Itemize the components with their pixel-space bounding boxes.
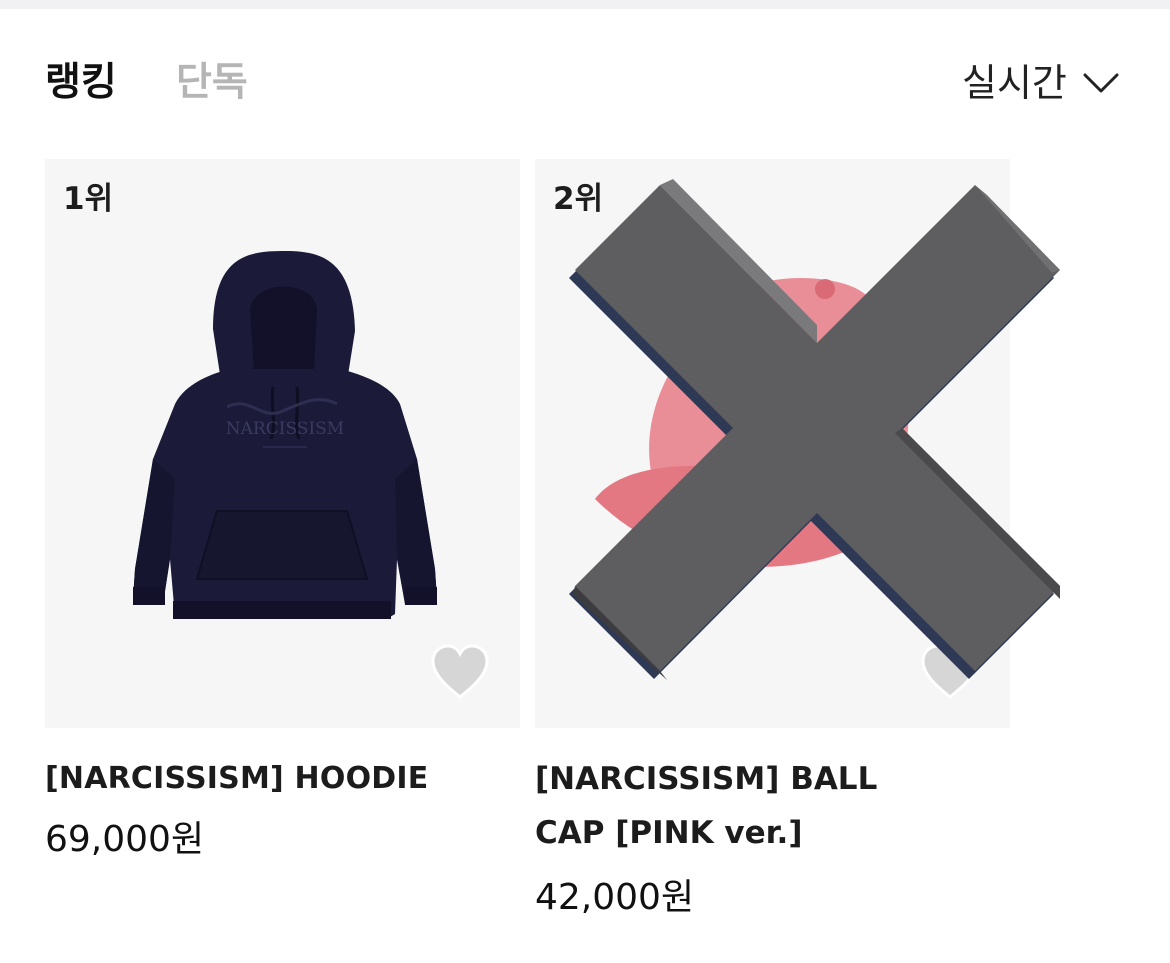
product-card[interactable]: NARCISSISM 1위 [NARCISSISM] HOODIE 69,000…: [45, 159, 520, 864]
sort-label: 실시간: [962, 61, 1067, 105]
chevron-down-icon: [1083, 73, 1119, 93]
product-thumbnail[interactable]: 2위: [535, 159, 1010, 728]
tab-ranking[interactable]: 랭킹: [45, 58, 117, 108]
product-name[interactable]: [NARCISSISM] HOODIE: [45, 752, 520, 806]
product-name[interactable]: [NARCISSISM] BALL CAP [PINK ver.]: [535, 752, 915, 860]
product-price: 42,000원: [535, 877, 695, 918]
svg-text:NARCISSISM: NARCISSISM: [226, 419, 344, 439]
heart-icon[interactable]: [919, 643, 981, 701]
tab-exclusive[interactable]: 단독: [176, 58, 248, 108]
heart-icon[interactable]: [429, 643, 491, 701]
top-divider: [0, 0, 1170, 9]
product-card[interactable]: 2위 [NARCISSISM] BALL CAP [PINK ver.] 42,…: [535, 159, 1010, 922]
product-thumbnail[interactable]: NARCISSISM 1위: [45, 159, 520, 728]
sort-dropdown[interactable]: 실시간: [962, 58, 1119, 108]
rank-badge: 1위: [63, 181, 114, 217]
product-price: 69,000원: [45, 819, 205, 860]
rank-badge: 2위: [553, 181, 604, 217]
